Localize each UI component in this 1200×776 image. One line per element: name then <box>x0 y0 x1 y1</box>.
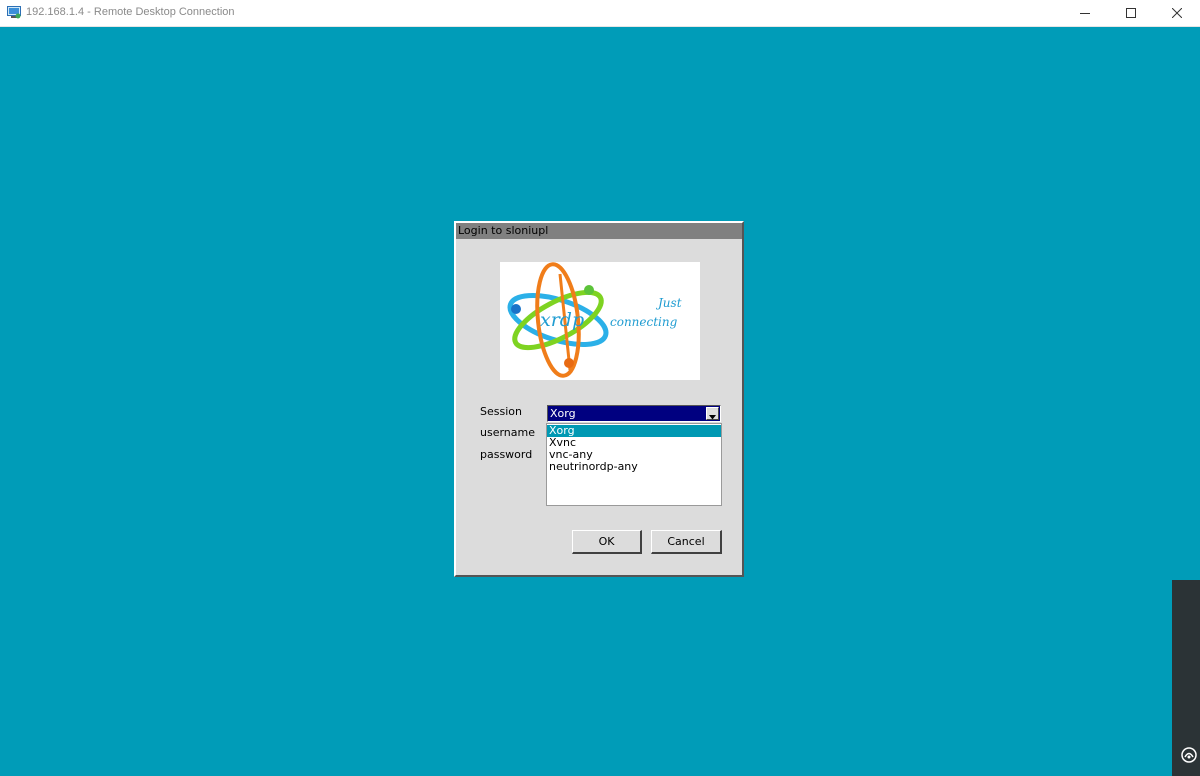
ok-button[interactable]: OK <box>572 530 642 554</box>
session-label: Session <box>480 405 522 418</box>
close-button[interactable] <box>1154 0 1200 26</box>
session-dropdown-button[interactable] <box>706 407 719 420</box>
remote-desktop-icon <box>7 6 21 19</box>
connection-status-icon[interactable] <box>1181 747 1197 763</box>
logo-tagline-1: Just <box>655 296 682 310</box>
chevron-down-icon <box>709 415 716 420</box>
cancel-button[interactable]: Cancel <box>651 530 722 554</box>
session-option-neutrinordp-any[interactable]: neutrinordp-any <box>547 461 721 473</box>
window-title-bar[interactable]: 192.168.1.4 - Remote Desktop Connection <box>0 0 1200 27</box>
logo-brand: xrdp <box>540 309 584 331</box>
xrdp-logo: xrdp Just connecting <box>500 262 700 380</box>
session-select[interactable]: Xorg <box>547 405 721 422</box>
maximize-icon <box>1126 8 1136 18</box>
login-dialog: Login to sloniupl xrdp Just connecting S… <box>454 221 744 577</box>
maximize-button[interactable] <box>1108 0 1154 26</box>
close-icon <box>1172 8 1182 18</box>
logo-tagline-2: connecting <box>610 315 678 329</box>
dialog-title: Login to sloniupl <box>458 224 549 237</box>
minimize-icon <box>1080 13 1090 14</box>
username-label: username <box>480 426 535 439</box>
minimize-button[interactable] <box>1062 0 1108 26</box>
dialog-title-bar[interactable]: Login to sloniupl <box>456 223 742 239</box>
atom-logo-icon: xrdp Just connecting <box>507 262 682 378</box>
session-dropdown-list: Xorg Xvnc vnc-any neutrinordp-any <box>546 423 722 506</box>
session-select-value: Xorg <box>550 407 576 420</box>
password-label: password <box>480 448 533 461</box>
window-title: 192.168.1.4 - Remote Desktop Connection <box>26 6 235 18</box>
